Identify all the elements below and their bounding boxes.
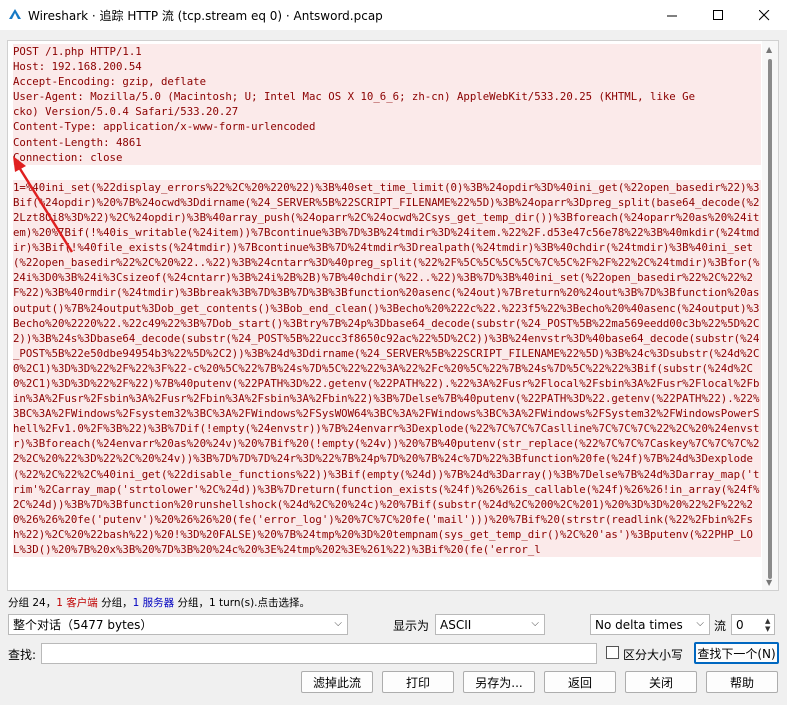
close-button[interactable]: 关闭 xyxy=(625,671,697,693)
back-button[interactable]: 返回 xyxy=(544,671,616,693)
case-sensitive-checkbox[interactable] xyxy=(606,646,619,659)
show-as-select[interactable]: ASCII ⌵ xyxy=(435,614,545,635)
request-line: User-Agent: Mozilla/5.0 (Macintosh; U; I… xyxy=(13,89,761,105)
maximize-icon xyxy=(712,9,723,20)
chevron-down-icon: ⌵ xyxy=(531,618,539,629)
vertical-scrollbar[interactable]: ▲ ▼ xyxy=(762,41,778,590)
help-button[interactable]: 帮助 xyxy=(706,671,778,693)
find-next-button[interactable]: 查找下一个(N) xyxy=(694,642,779,664)
maximize-button[interactable] xyxy=(695,0,741,30)
summary-mid: 分组， xyxy=(97,597,133,609)
stream-text[interactable]: POST /1.php HTTP/1.1 Host: 192.168.200.5… xyxy=(13,44,761,589)
save-as-button[interactable]: 另存为... xyxy=(463,671,535,693)
find-label: 查找: xyxy=(8,648,37,662)
close-icon xyxy=(758,9,769,20)
window-title: Wireshark · 追踪 HTTP 流 (tcp.stream eq 0) … xyxy=(28,9,383,23)
wireshark-fin-icon xyxy=(9,9,21,19)
close-window-button[interactable] xyxy=(741,0,787,30)
conversation-select-value: 整个对话（5477 bytes） xyxy=(13,618,153,632)
delta-value: No delta times xyxy=(595,617,683,632)
request-line: POST /1.php HTTP/1.1 xyxy=(13,44,761,60)
summary-server-count: 1 服务器 xyxy=(132,597,175,609)
summary-client-count: 1 客户端 xyxy=(56,597,98,609)
request-line: Accept-Encoding: gzip, deflate xyxy=(13,74,761,90)
request-line: Host: 192.168.200.54 xyxy=(13,59,761,75)
request-body: 1=%40ini_set(%22display_errors%22%2C%20%… xyxy=(13,179,761,558)
show-as-label: 显示为 xyxy=(393,619,430,633)
delta-select[interactable]: No delta times ⌵ xyxy=(590,614,710,635)
spin-down-icon[interactable]: ▼ xyxy=(765,625,770,633)
scroll-up-icon[interactable]: ▲ xyxy=(766,45,772,54)
title-bar: Wireshark · 追踪 HTTP 流 (tcp.stream eq 0) … xyxy=(0,0,787,30)
request-line: Content-Type: application/x-www-form-url… xyxy=(13,119,761,135)
conversation-select[interactable]: 整个对话（5477 bytes） ⌵ xyxy=(8,614,348,635)
case-sensitive-label: 区分大小写 xyxy=(623,648,684,662)
scrollbar-thumb[interactable] xyxy=(768,59,772,579)
minimize-button[interactable] xyxy=(649,0,695,30)
packet-summary: 分组 24，1 客户端 分组，1 服务器 分组，1 turn(s).点击选择。 xyxy=(8,595,310,610)
minimize-icon xyxy=(666,15,677,16)
summary-suffix: 分组，1 turn(s).点击选择。 xyxy=(174,597,311,609)
chevron-down-icon: ⌵ xyxy=(696,618,704,629)
request-line: Content-Length: 4861 xyxy=(13,134,761,150)
print-button[interactable]: 打印 xyxy=(382,671,454,693)
scroll-down-icon[interactable]: ▼ xyxy=(766,578,772,587)
stream-number-value: 0 xyxy=(736,617,744,632)
request-line: Connection: close xyxy=(13,149,761,165)
spin-up-icon[interactable]: ▲ xyxy=(765,617,770,625)
find-input[interactable] xyxy=(41,643,597,664)
request-line: cko) Version/5.0.4 Safari/533.20.27 xyxy=(13,104,761,120)
show-as-value: ASCII xyxy=(440,617,472,632)
stream-view[interactable]: POST /1.php HTTP/1.1 Host: 192.168.200.5… xyxy=(7,40,779,591)
filter-out-stream-button[interactable]: 滤掉此流 xyxy=(301,671,373,693)
summary-prefix: 分组 24， xyxy=(8,597,57,609)
stream-label: 流 xyxy=(714,619,727,633)
chevron-down-icon: ⌵ xyxy=(334,618,342,629)
